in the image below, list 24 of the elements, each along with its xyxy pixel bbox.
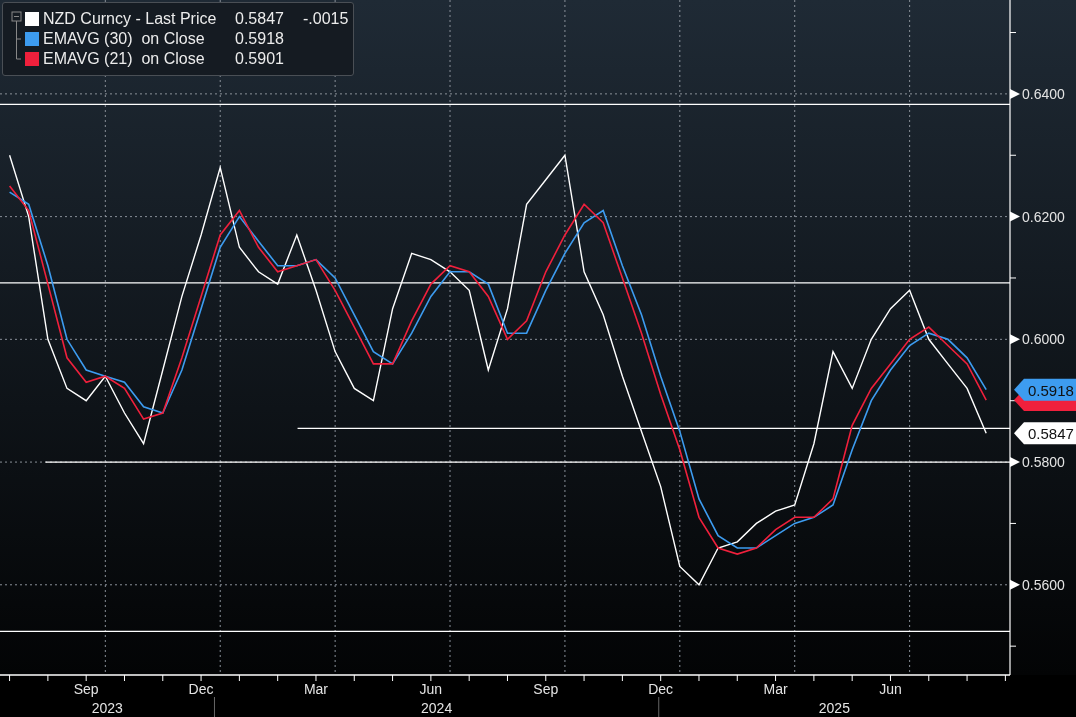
legend-label: NZD Curncy - Last Price: [43, 10, 218, 28]
legend-change: -.0015: [303, 10, 349, 28]
legend-value: 0.5918: [235, 30, 285, 48]
axis-tick-label: Sep: [533, 681, 559, 697]
axis-tick-label: Dec: [188, 681, 214, 697]
axis-tick-label: Mar: [763, 681, 788, 697]
axis-year-label: 2025: [818, 700, 850, 716]
axis-tick-label: 0.6000: [1022, 331, 1065, 348]
axis-tick-label: Jun: [419, 681, 443, 697]
axis-tick-label: 0.5800: [1022, 454, 1065, 471]
axis-tick-label: 0.6400: [1022, 85, 1065, 102]
price-tag: 0.5847: [1014, 422, 1076, 445]
axis-year-label: 2023: [91, 700, 123, 716]
axis-tick-label: Mar: [303, 681, 329, 697]
legend-value: 0.5901: [235, 50, 285, 68]
axis-tick-label: 0.5600: [1022, 576, 1065, 593]
axis-tick-label: 0.6200: [1022, 208, 1065, 225]
axis-tick-label: Sep: [73, 681, 99, 697]
axis-year-label: 2024: [421, 700, 453, 716]
legend-label: EMAVG (21) on Close: [43, 50, 206, 68]
legend-value: 0.5847: [235, 10, 285, 28]
legend-label: EMAVG (30) on Close: [43, 30, 206, 48]
axis-tick-label: Dec: [648, 681, 674, 697]
axis-tick-label: Jun: [879, 681, 902, 697]
